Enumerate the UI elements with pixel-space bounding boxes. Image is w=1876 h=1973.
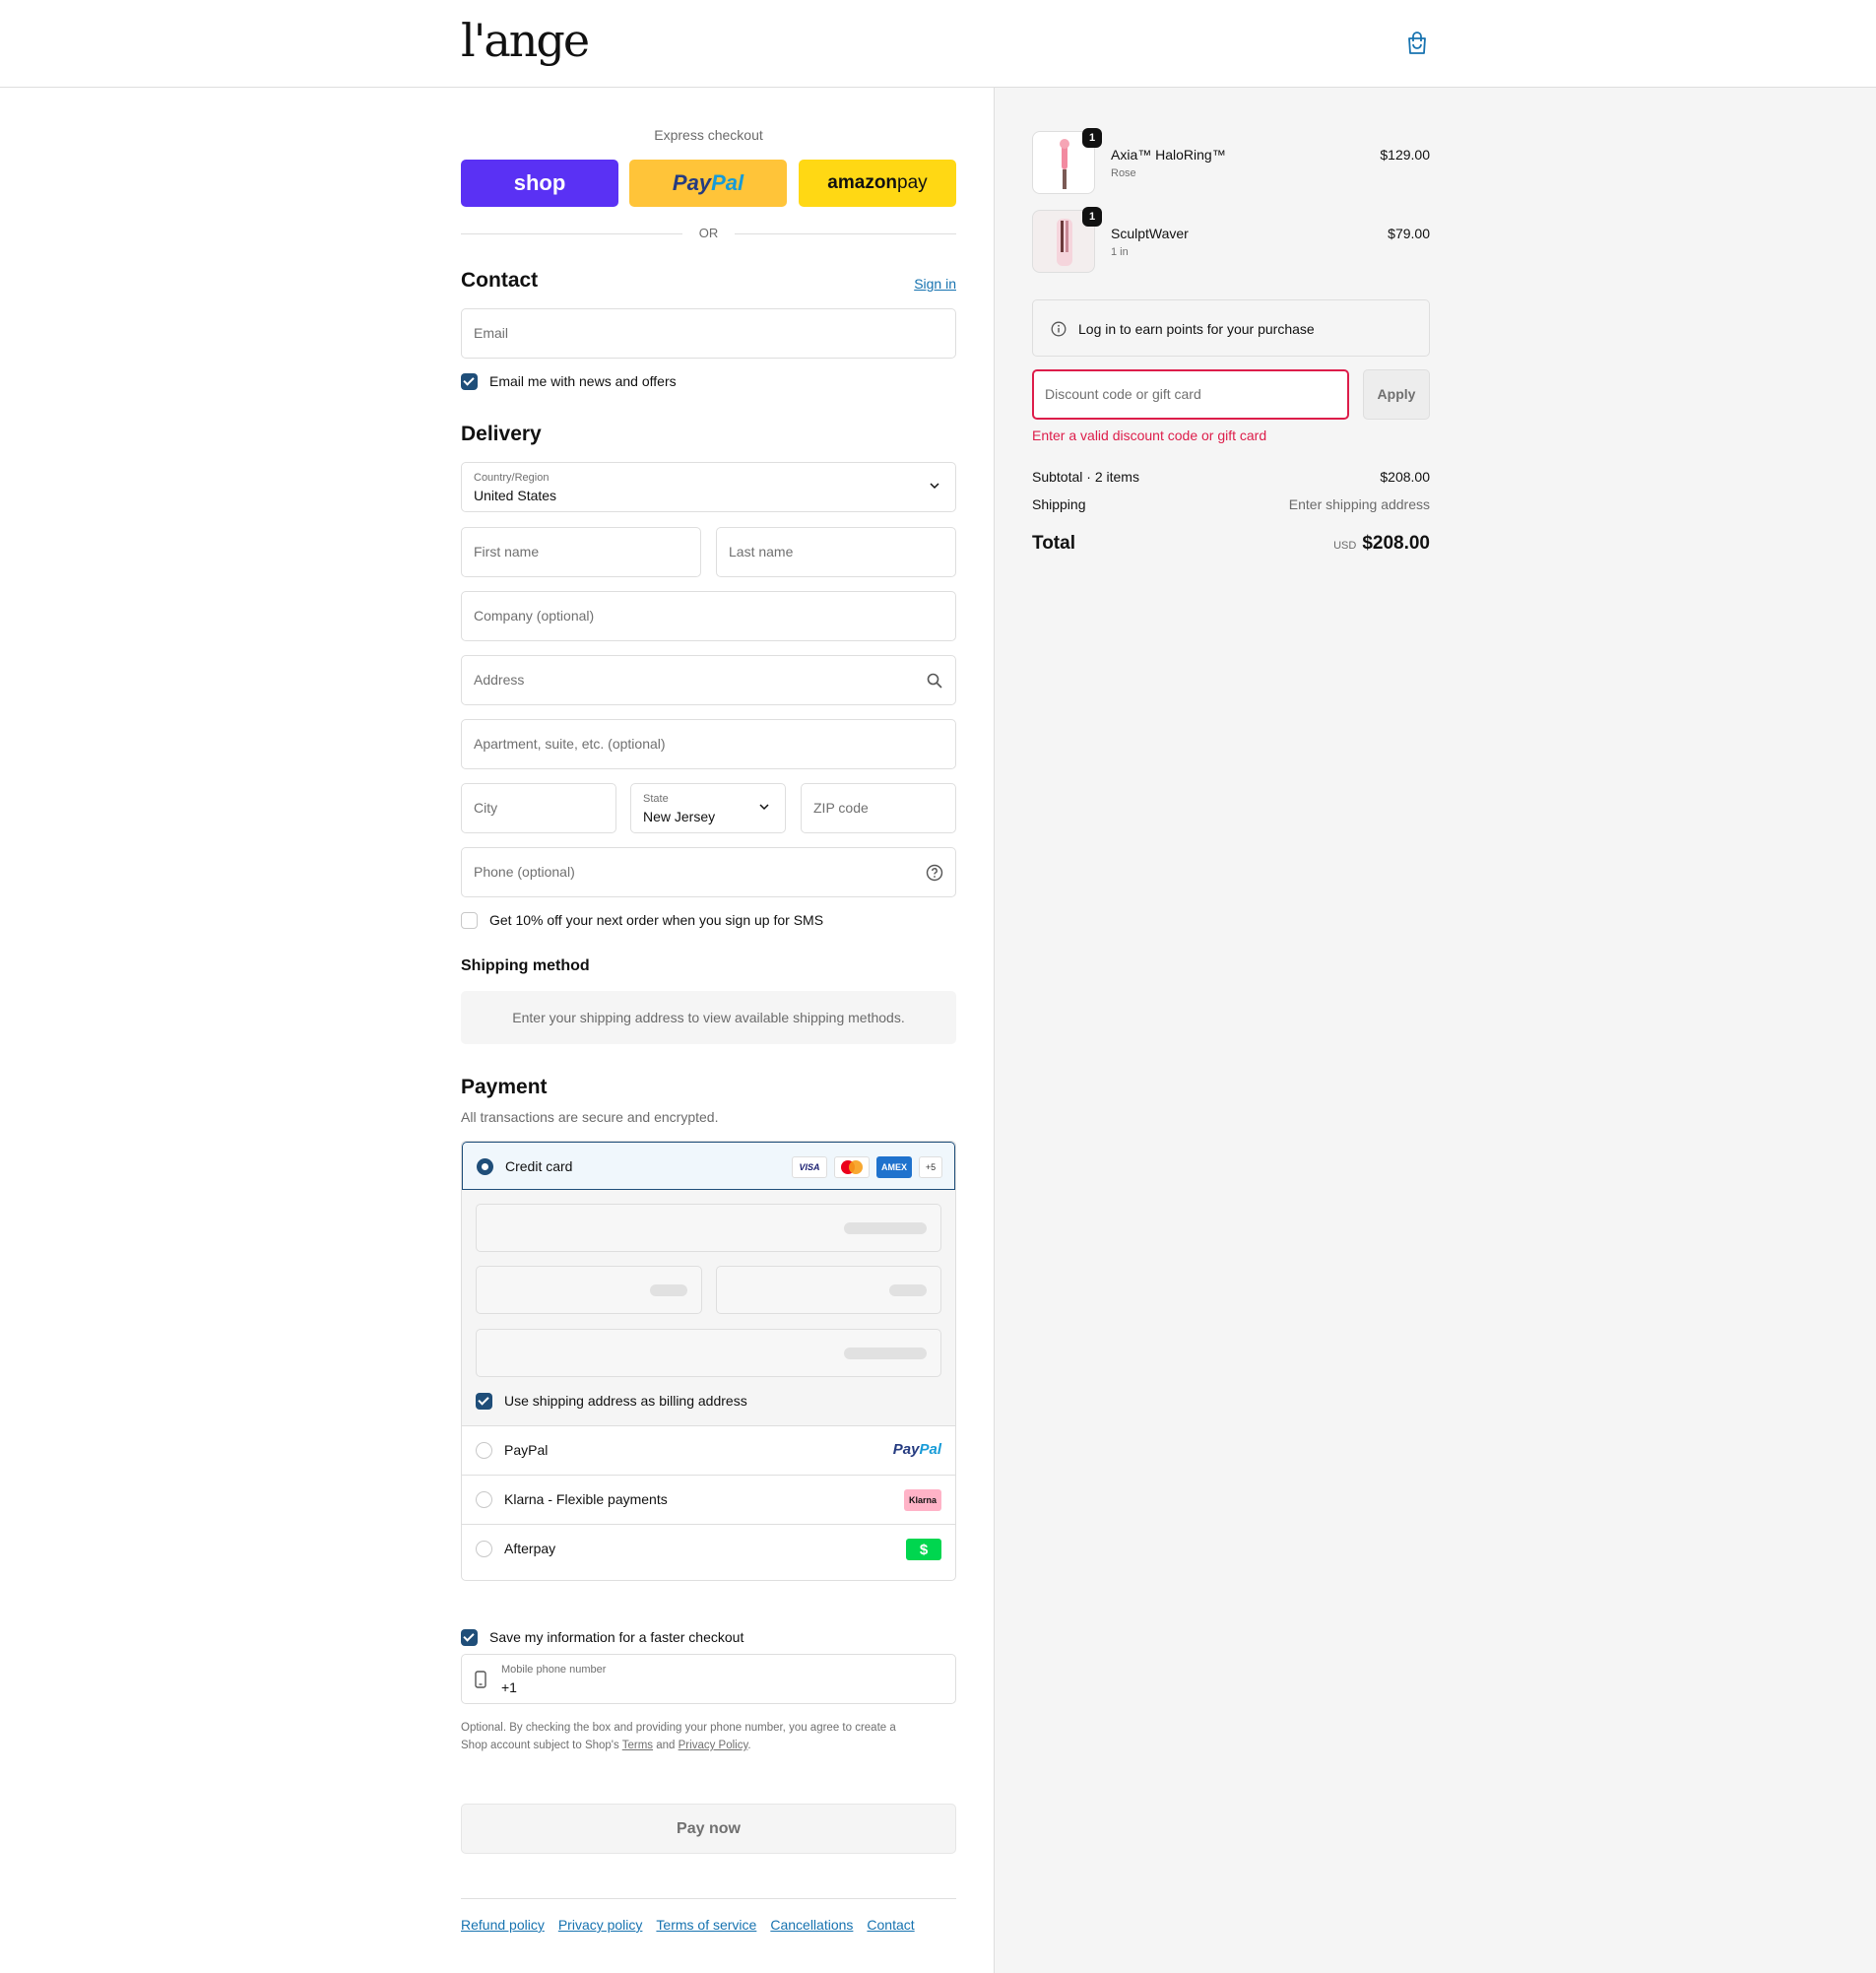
refund-policy-link[interactable]: Refund policy bbox=[461, 1917, 545, 1933]
security-code-field[interactable] bbox=[716, 1266, 941, 1314]
mobile-phone-icon bbox=[475, 1671, 486, 1688]
mastercard-icon bbox=[834, 1156, 870, 1178]
payment-heading: Payment bbox=[461, 1076, 548, 1098]
email-field[interactable]: Email bbox=[461, 308, 956, 359]
privacy-policy-footer-link[interactable]: Privacy policy bbox=[558, 1917, 643, 1933]
delivery-heading: Delivery bbox=[461, 423, 542, 445]
pay-now-button[interactable]: Pay now bbox=[461, 1804, 956, 1854]
paypal-button[interactable]: Pay Pal bbox=[629, 160, 787, 207]
total-row: Total USD $208.00 bbox=[1032, 533, 1430, 554]
afterpay-logo: $ bbox=[906, 1539, 941, 1560]
shipping-row: Shipping Enter shipping address bbox=[1032, 496, 1430, 512]
payment-option-klarna[interactable]: Klarna - Flexible payments Klarna bbox=[462, 1476, 955, 1525]
quantity-badge: 1 bbox=[1082, 207, 1102, 227]
site-header: l'ange bbox=[0, 0, 1876, 88]
klarna-radio[interactable] bbox=[476, 1491, 492, 1508]
quantity-badge: 1 bbox=[1082, 128, 1102, 148]
save-info-checkbox[interactable] bbox=[461, 1629, 478, 1646]
first-name-field[interactable]: First name bbox=[461, 527, 701, 577]
billing-address-label: Use shipping address as billing address bbox=[504, 1393, 747, 1409]
amex-icon: AMEX bbox=[876, 1156, 912, 1178]
country-select[interactable]: Country/Region United States bbox=[461, 462, 956, 512]
visa-icon: VISA bbox=[792, 1156, 827, 1178]
sms-checkbox[interactable] bbox=[461, 912, 478, 929]
state-select[interactable]: State New Jersey bbox=[630, 783, 786, 833]
zip-field[interactable]: ZIP code bbox=[801, 783, 956, 833]
chevron-down-icon bbox=[759, 804, 769, 811]
search-icon bbox=[927, 673, 942, 689]
credit-card-fields: Use shipping address as billing address bbox=[462, 1190, 955, 1426]
payment-subtitle: All transactions are secure and encrypte… bbox=[461, 1109, 719, 1125]
or-divider-text: OR bbox=[698, 226, 719, 240]
product-price: $129.00 bbox=[1380, 147, 1430, 163]
product-name: SculptWaver bbox=[1111, 226, 1189, 241]
mastercard-circles-icon bbox=[841, 1160, 863, 1174]
product-price: $79.00 bbox=[1388, 226, 1430, 241]
klarna-label: Klarna - Flexible payments bbox=[504, 1491, 668, 1507]
paypal-label: PayPal bbox=[504, 1442, 549, 1458]
terms-of-service-link[interactable]: Terms of service bbox=[656, 1917, 756, 1933]
info-icon bbox=[1051, 321, 1067, 337]
save-info-label: Save my information for a faster checkou… bbox=[489, 1629, 744, 1645]
klarna-logo: Klarna bbox=[904, 1489, 941, 1511]
amazon-pay-button[interactable]: amazon pay bbox=[799, 160, 956, 207]
expiration-date-field[interactable] bbox=[476, 1266, 702, 1314]
credit-card-label: Credit card bbox=[505, 1158, 573, 1174]
contact-heading: Contact bbox=[461, 269, 539, 292]
afterpay-radio[interactable] bbox=[476, 1541, 492, 1557]
sms-checkbox-label: Get 10% off your next order when you sig… bbox=[489, 912, 824, 928]
loading-placeholder bbox=[844, 1222, 927, 1234]
loyalty-points-banner[interactable]: Log in to earn points for your purchase bbox=[1032, 299, 1430, 357]
afterpay-label: Afterpay bbox=[504, 1541, 556, 1556]
shipping-method-heading: Shipping method bbox=[461, 957, 590, 974]
billing-address-checkbox[interactable] bbox=[476, 1393, 492, 1410]
save-info-disclaimer: Optional. By checking the box and provid… bbox=[461, 1722, 896, 1751]
more-cards-badge: +5 bbox=[919, 1156, 942, 1178]
payment-option-credit-card[interactable]: Credit card VISA AMEX +5 bbox=[462, 1142, 955, 1190]
footer-divider bbox=[461, 1898, 956, 1899]
apply-discount-button[interactable]: Apply bbox=[1363, 369, 1430, 420]
credit-card-radio[interactable] bbox=[477, 1158, 493, 1175]
help-icon[interactable] bbox=[926, 864, 943, 882]
payment-option-paypal[interactable]: PayPal PayPal bbox=[462, 1426, 955, 1476]
news-checkbox-label: Email me with news and offers bbox=[489, 373, 677, 389]
company-field[interactable]: Company (optional) bbox=[461, 591, 956, 641]
privacy-policy-link[interactable]: Privacy Policy bbox=[679, 1740, 748, 1751]
terms-link[interactable]: Terms bbox=[622, 1740, 653, 1751]
currency-code: USD bbox=[1333, 540, 1357, 552]
express-checkout-label: Express checkout bbox=[654, 127, 763, 143]
apartment-field[interactable]: Apartment, suite, etc. (optional) bbox=[461, 719, 956, 769]
total-amount: $208.00 bbox=[1362, 533, 1430, 554]
discount-error-message: Enter a valid discount code or gift card bbox=[1032, 427, 1267, 443]
cancellations-link[interactable]: Cancellations bbox=[770, 1917, 853, 1933]
loading-placeholder bbox=[889, 1284, 927, 1296]
payment-option-afterpay[interactable]: Afterpay $ bbox=[462, 1525, 955, 1574]
product-variant: Rose bbox=[1111, 167, 1136, 179]
shopping-bag-icon[interactable] bbox=[1406, 32, 1428, 55]
paypal-radio[interactable] bbox=[476, 1442, 492, 1459]
news-checkbox[interactable] bbox=[461, 373, 478, 390]
sign-in-link[interactable]: Sign in bbox=[914, 276, 956, 292]
shop-pay-button[interactable]: shop bbox=[461, 160, 618, 207]
phone-field[interactable]: Phone (optional) bbox=[461, 847, 956, 897]
chevron-down-icon bbox=[930, 483, 939, 490]
loading-placeholder bbox=[650, 1284, 687, 1296]
product-variant: 1 in bbox=[1111, 246, 1129, 258]
card-number-field[interactable] bbox=[476, 1204, 941, 1252]
subtotal-row: Subtotal · 2 items $208.00 bbox=[1032, 469, 1430, 485]
city-field[interactable]: City bbox=[461, 783, 616, 833]
contact-link[interactable]: Contact bbox=[867, 1917, 914, 1933]
product-name: Axia™ HaloRing™ bbox=[1111, 147, 1226, 163]
discount-code-field[interactable]: Discount code or gift card bbox=[1032, 369, 1349, 420]
brand-logo[interactable]: l'ange bbox=[461, 14, 590, 67]
name-on-card-field[interactable] bbox=[476, 1329, 941, 1377]
address-field[interactable]: Address bbox=[461, 655, 956, 705]
mobile-phone-field[interactable]: Mobile phone number +1 bbox=[461, 1654, 956, 1704]
last-name-field[interactable]: Last name bbox=[716, 527, 956, 577]
payment-methods: Credit card VISA AMEX +5 Use shipping ad… bbox=[461, 1141, 956, 1581]
loading-placeholder bbox=[844, 1348, 927, 1359]
shipping-method-notice: Enter your shipping address to view avai… bbox=[461, 991, 956, 1044]
footer-links: Refund policy Privacy policy Terms of serv… bbox=[461, 1917, 929, 1933]
paypal-logo: PayPal bbox=[892, 1441, 941, 1458]
